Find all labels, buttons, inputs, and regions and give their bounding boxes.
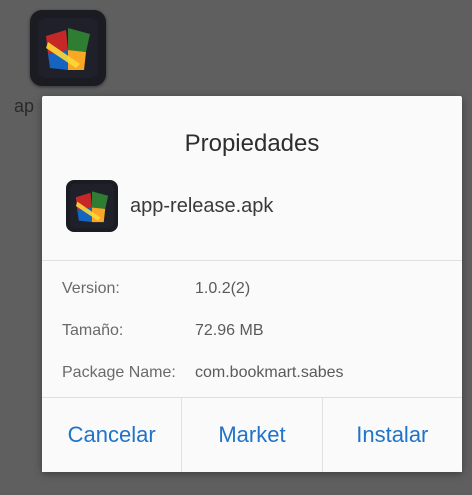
market-button[interactable]: Market	[181, 398, 322, 472]
app-icon	[38, 18, 98, 78]
apk-icon	[66, 180, 118, 232]
dialog-title: Propiedades	[184, 130, 320, 157]
package-label: Package Name:	[62, 364, 176, 381]
install-button[interactable]: Instalar	[321, 398, 462, 472]
size-label: Tamaño:	[62, 322, 124, 339]
background-app-icon	[30, 10, 106, 86]
apk-flag-icon	[70, 184, 114, 228]
version-label: Version:	[62, 280, 120, 297]
dialog-buttons: Cancelar Market Instalar	[42, 397, 462, 472]
info-row-size: Tamaño: 72.96 MB	[62, 322, 263, 340]
properties-dialog: Propiedades app-release.apk Version: 1.0…	[42, 96, 462, 472]
file-name: app-release.apk	[130, 194, 274, 217]
info-row-package: Package Name: com.bookmart.sabes	[62, 364, 344, 382]
version-value: 1.0.2(2)	[195, 280, 251, 297]
size-value: 72.96 MB	[195, 322, 264, 339]
info-row-version: Version: 1.0.2(2)	[62, 280, 250, 298]
file-row: app-release.apk	[66, 180, 273, 232]
cancel-button[interactable]: Cancelar	[42, 398, 182, 472]
divider	[42, 260, 462, 261]
background-app-label: ap	[14, 96, 35, 116]
package-value: com.bookmart.sabes	[195, 364, 344, 381]
